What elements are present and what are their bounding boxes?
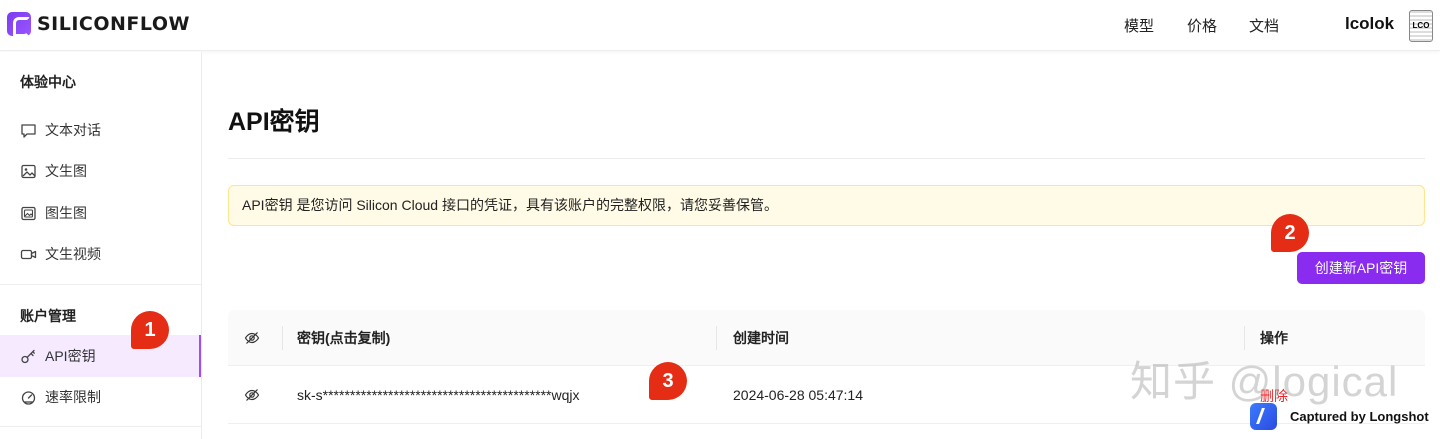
sidebar-item-label: API密钥 bbox=[45, 348, 96, 364]
sidebar-item-label: 图生图 bbox=[45, 205, 87, 221]
sidebar-item-label: 文生视频 bbox=[45, 246, 101, 262]
sidebar-item-api-keys[interactable]: API密钥 bbox=[0, 335, 201, 377]
annotation-badge-1: 1 bbox=[131, 311, 169, 349]
api-key-value[interactable]: sk-s************************************… bbox=[297, 367, 580, 424]
nav-docs[interactable]: 文档 bbox=[1249, 15, 1279, 36]
nav-pricing[interactable]: 价格 bbox=[1187, 15, 1217, 36]
sidebar-item-text-chat[interactable]: 文本对话 bbox=[0, 110, 201, 150]
image-stack-icon bbox=[20, 205, 37, 222]
gauge-icon bbox=[20, 389, 37, 406]
siliconflow-logo-icon bbox=[7, 12, 31, 37]
eye-slash-icon[interactable] bbox=[244, 387, 260, 403]
sidebar-item-image-to-image[interactable]: 图生图 bbox=[0, 193, 201, 233]
sidebar-item-text-to-video[interactable]: 文生视频 bbox=[0, 234, 201, 274]
key-icon bbox=[20, 348, 37, 365]
watermark: 知乎 @logical bbox=[1130, 358, 1399, 405]
longshot-icon bbox=[1250, 403, 1277, 430]
sidebar-item-label: 文生图 bbox=[45, 163, 87, 179]
create-api-key-button[interactable]: 创建新API密钥 bbox=[1297, 252, 1425, 284]
sidebar-item-rate-limit[interactable]: 速率限制 bbox=[0, 377, 201, 417]
nav-models[interactable]: 模型 bbox=[1124, 15, 1154, 36]
chat-icon bbox=[20, 122, 37, 139]
brand-logo[interactable]: SILICONFLOW bbox=[7, 12, 190, 37]
brand-name: SILICONFLOW bbox=[37, 13, 190, 35]
notice-text: API密钥 是您访问 Silicon Cloud 接口的凭证，具有该账户的完整权… bbox=[242, 197, 778, 213]
image-icon bbox=[20, 163, 37, 180]
username[interactable]: lcolok bbox=[1345, 14, 1394, 34]
page-title: API密钥 bbox=[228, 108, 320, 136]
api-key-notice: API密钥 是您访问 Silicon Cloud 接口的凭证，具有该账户的完整权… bbox=[228, 185, 1425, 226]
eye-slash-icon[interactable] bbox=[244, 330, 260, 346]
video-icon bbox=[20, 246, 37, 263]
column-separator bbox=[716, 326, 717, 350]
sidebar-item-label: 速率限制 bbox=[45, 389, 101, 405]
column-separator bbox=[282, 326, 283, 350]
sidebar-item-text-to-image[interactable]: 文生图 bbox=[0, 151, 201, 191]
top-header: SILICONFLOW 模型 价格 文档 lcolok LCO bbox=[0, 0, 1440, 51]
annotation-badge-2: 2 bbox=[1271, 214, 1309, 252]
sidebar-section-experience: 体验中心 bbox=[20, 74, 76, 90]
column-header-created: 创建时间 bbox=[733, 330, 789, 346]
annotation-badge-3: 3 bbox=[649, 362, 687, 400]
sidebar-item-label: 文本对话 bbox=[45, 122, 101, 138]
sidebar: 体验中心 文本对话 文生图 图生图 文生视频 账户管理 API密钥 速率限制 bbox=[0, 52, 202, 439]
title-divider bbox=[228, 158, 1425, 159]
column-separator bbox=[1244, 326, 1245, 350]
capture-stamp: Captured by Longshot bbox=[1250, 403, 1429, 430]
sidebar-divider bbox=[0, 284, 201, 285]
capture-label: Captured by Longshot bbox=[1290, 409, 1429, 424]
column-header-key: 密钥(点击复制) bbox=[297, 330, 391, 346]
sidebar-divider bbox=[0, 426, 201, 427]
avatar[interactable]: LCO bbox=[1409, 10, 1433, 42]
api-key-created-time: 2024-06-28 05:47:14 bbox=[733, 387, 863, 403]
sidebar-section-account: 账户管理 bbox=[20, 308, 76, 324]
